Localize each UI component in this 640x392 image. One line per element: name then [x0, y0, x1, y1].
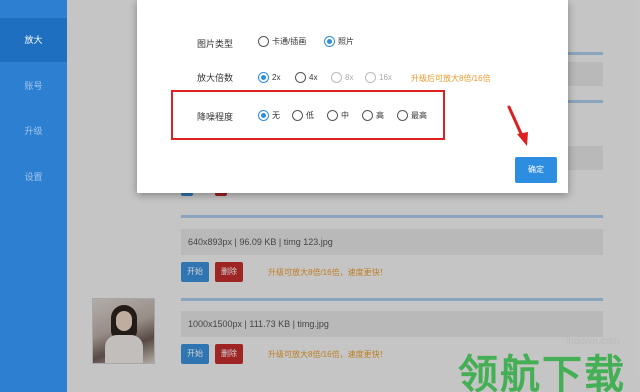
radio-medium[interactable]: 中: [327, 110, 349, 121]
sidebar-item-upgrade[interactable]: 升级: [0, 109, 67, 153]
radio-low[interactable]: 低: [292, 110, 314, 121]
radio-icon: [362, 110, 373, 121]
sidebar-item-account[interactable]: 账号: [0, 64, 67, 108]
radio-icon: [258, 110, 269, 121]
radio-none[interactable]: 无: [258, 110, 280, 121]
radio-icon: [258, 36, 269, 47]
denoise-label: 降噪程度: [197, 112, 234, 122]
image-type-label: 图片类型: [197, 39, 234, 49]
radio-icon: [331, 72, 342, 83]
annotation-arrow-icon: [507, 105, 528, 146]
radio-icon: [292, 110, 303, 121]
radio-icon: [327, 110, 338, 121]
radio-icon: [258, 72, 269, 83]
radio-8x[interactable]: 8x: [331, 72, 353, 83]
radio-highest[interactable]: 最高: [397, 110, 427, 121]
radio-icon: [397, 110, 408, 121]
confirm-button[interactable]: 确定: [515, 157, 557, 183]
watermark-logo: 领航下载: [458, 352, 626, 392]
scale-label: 放大倍数: [197, 73, 234, 83]
radio-icon: [365, 72, 376, 83]
radio-icon: [295, 72, 306, 83]
radio-4x[interactable]: 4x: [295, 72, 317, 83]
radio-photo[interactable]: 照片: [324, 36, 354, 47]
radio-icon: [324, 36, 335, 47]
radio-high[interactable]: 高: [362, 110, 384, 121]
radio-16x[interactable]: 16x: [365, 72, 392, 83]
enlarge-settings-dialog: 图片类型 卡通/插画 照片 放大倍数 2x 4x 8x 16x 升级后可放大8倍…: [137, 0, 568, 193]
sidebar-item-enlarge[interactable]: 放大: [0, 18, 67, 62]
upgrade-note: 升级后可放大8倍/16倍: [411, 74, 491, 83]
radio-2x[interactable]: 2x: [258, 72, 280, 83]
radio-cartoon[interactable]: 卡通/插画: [258, 36, 306, 47]
sidebar: 放大 账号 升级 设置: [0, 0, 67, 392]
sidebar-item-settings[interactable]: 设置: [0, 155, 67, 199]
